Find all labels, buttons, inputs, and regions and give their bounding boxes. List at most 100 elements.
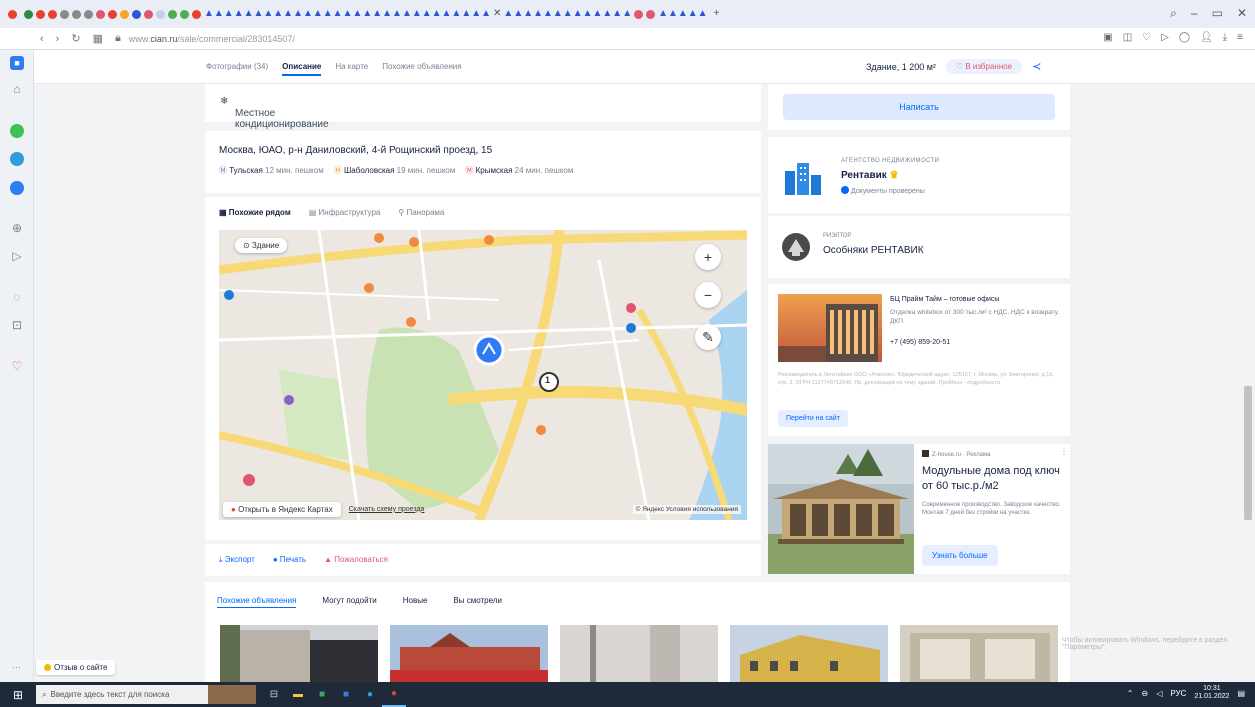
tab-favicon-icon[interactable] (24, 9, 33, 19)
map-tab-nearby[interactable]: ▦ Похожие рядом (219, 208, 291, 217)
speed-dial-icon[interactable]: ■ (10, 56, 24, 70)
tab-description[interactable]: Описание (282, 62, 322, 76)
agency-logo-icon[interactable] (783, 157, 823, 197)
history-icon[interactable]: ◌ (10, 290, 24, 304)
bookmark-icon[interactable]: ♡ (1142, 32, 1151, 43)
tab-favicon-icon[interactable] (48, 9, 57, 19)
tab-favicon-icon[interactable] (192, 9, 201, 19)
opera-logo-icon[interactable] (8, 9, 17, 19)
metro-item[interactable]: Ⓜ Тульская 12 мин. пешком (219, 165, 324, 176)
windows-start-icon[interactable]: ⊞ (0, 682, 36, 707)
listing-thumbnail[interactable] (900, 625, 1058, 682)
cluster-count[interactable]: 1 (545, 375, 550, 385)
excel-icon[interactable]: ■ (310, 682, 334, 707)
tab-favicon-icon[interactable] (108, 9, 117, 19)
search-tabs-icon[interactable]: ⌕ (1170, 6, 1177, 21)
tab-favicon-icon[interactable] (168, 9, 177, 19)
tab-favicon-icon[interactable]: ▲▲▲▲▲▲▲▲▲▲▲▲▲ (503, 9, 632, 19)
ad-house-image[interactable] (768, 444, 914, 574)
taskbar-search[interactable]: ⌕ Введите здесь текст для поиска (36, 685, 208, 704)
export-button[interactable]: ⤓ Экспорт (219, 555, 255, 565)
ad-learn-more-button[interactable]: Узнать больше (922, 545, 998, 566)
tab-favicon-icon[interactable] (120, 9, 129, 19)
yandex-map[interactable]: 1 ⊙ Здание + − ✎ ● Открыть в Яндекс Карт… (219, 230, 747, 520)
tab-favicon-icon[interactable] (132, 9, 141, 19)
whatsapp-icon[interactable] (10, 124, 24, 138)
favorite-button[interactable]: ♡ В избранное (945, 59, 1023, 74)
tab-favicon-icon[interactable] (60, 9, 69, 19)
realtor-name[interactable]: Особняки РЕНТАВИК (823, 245, 924, 256)
zoom-out-button[interactable]: − (695, 282, 721, 308)
listing-thumbnail[interactable] (560, 625, 718, 682)
listing-thumbnail[interactable] (730, 625, 888, 682)
map-copyright[interactable]: © Яндекс Условия использования (632, 504, 741, 514)
tab-favicon-icon[interactable] (144, 9, 153, 19)
tab-favicon-icon[interactable]: ▲▲▲▲▲▲▲▲▲▲▲▲▲▲▲▲▲▲▲▲▲▲▲▲▲▲▲▲▲ (204, 9, 491, 19)
tab-favicon-icon[interactable] (646, 9, 656, 19)
map-tab-infrastructure[interactable]: ▤ Инфраструктура (309, 208, 381, 217)
ad-title[interactable]: Модульные дома под ключ от 60 тыс.р./м2 (922, 464, 1062, 494)
download-route-link[interactable]: Скачать схему проезда (349, 506, 425, 513)
network-icon[interactable]: ⊖ (1142, 689, 1149, 698)
close-tab-icon[interactable]: ✕ (493, 9, 501, 19)
new-tab-icon[interactable]: + (714, 9, 720, 19)
sidebar-more-icon[interactable]: ··· (12, 662, 21, 672)
tab-favicon-icon[interactable] (84, 9, 93, 19)
tab-map[interactable]: На карте (335, 62, 368, 76)
extensions-sidebar-icon[interactable]: ⊡ (10, 318, 24, 332)
maximize-icon[interactable]: ▭ (1212, 6, 1223, 21)
building-filter-chip[interactable]: ⊙ Здание (235, 238, 288, 253)
ad-phone[interactable]: +7 (495) 859-20-51 (890, 339, 950, 346)
volume-icon[interactable]: ◁ (1156, 689, 1162, 698)
search-highlight-image[interactable] (208, 685, 256, 704)
task-view-icon[interactable]: ⊟ (262, 682, 286, 707)
messenger-icon[interactable] (10, 181, 24, 195)
opera-taskbar-icon[interactable]: ● (382, 682, 406, 707)
back-icon[interactable]: ‹ (40, 33, 44, 45)
close-window-icon[interactable]: ✕ (1237, 6, 1247, 21)
address-line[interactable]: Москва, ЮАО, р-н Даниловский, 4-й Рощинс… (219, 145, 492, 156)
keyboard-language[interactable]: РУС (1170, 689, 1186, 698)
ad-building-image[interactable] (778, 294, 882, 362)
tab-favicon-icon[interactable] (156, 9, 165, 19)
telegram-icon[interactable] (10, 152, 24, 166)
feedback-button[interactable]: Отзыв о сайте (36, 660, 116, 675)
tab-viewed[interactable]: Вы смотрели (453, 596, 502, 608)
write-button[interactable]: Написать (783, 94, 1055, 120)
extensions-icon[interactable]: ▣ (1103, 32, 1112, 43)
map-tab-panorama[interactable]: ⚲ Панорама (398, 208, 444, 217)
metro-item[interactable]: Ⓜ Крымская 24 мин. пешком (465, 165, 573, 176)
notifications-icon[interactable]: ▤ (1237, 689, 1245, 698)
tab-may-fit[interactable]: Могут подойти (322, 596, 376, 608)
file-explorer-icon[interactable]: ▬ (286, 682, 310, 707)
tabs-grid-icon[interactable]: ▦ (93, 32, 103, 45)
tab-similar-listings[interactable]: Похожие объявления (217, 596, 297, 608)
tab-favicon-icon[interactable] (72, 9, 81, 19)
player-icon[interactable]: ▷ (10, 249, 24, 263)
page-scrollbar[interactable] (1244, 386, 1252, 520)
tab-photos[interactable]: Фотографии (34) (206, 62, 268, 76)
crypto-wallet-icon[interactable]: ⊕ (10, 221, 24, 235)
agency-name[interactable]: Рентавик ♛ (841, 170, 899, 181)
menu-icon[interactable]: ≡ (1237, 32, 1243, 43)
snapshot-icon[interactable]: ◫ (1123, 32, 1132, 43)
play-icon[interactable]: ▷ (1161, 32, 1169, 43)
tab-favicon-icon[interactable] (634, 9, 644, 19)
open-yandex-maps-button[interactable]: ● Открыть в Яндекс Картах (223, 501, 341, 517)
ad-title[interactable]: БЦ Прайм Тайм – готовые офисы (890, 296, 1062, 303)
realtor-logo-icon[interactable] (781, 232, 811, 262)
ruler-button[interactable]: ✎ (695, 324, 721, 350)
share-icon[interactable]: ≺ (1032, 60, 1041, 73)
ad-go-to-site-button[interactable]: Перейти на сайт (778, 410, 848, 427)
word-icon[interactable]: ■ (334, 682, 358, 707)
listing-thumbnail[interactable] (390, 625, 548, 682)
clock[interactable]: 10:31 21.01.2022 (1194, 685, 1229, 701)
url-field[interactable]: www.cian.ru/sale/commercial/283014507/ (129, 34, 295, 44)
home-icon[interactable]: ⌂ (10, 82, 24, 96)
tab-favicon-icon[interactable]: ▲▲▲▲▲ (658, 9, 708, 19)
print-button[interactable]: ● Печать (273, 555, 306, 565)
profile-icon[interactable]: 👤︎ (1200, 32, 1213, 43)
complain-button[interactable]: ▲ Пожаловаться (324, 555, 388, 565)
ad-more-icon[interactable]: ⋮ (1060, 447, 1068, 456)
wallet-icon[interactable]: ◯ (1179, 32, 1190, 43)
